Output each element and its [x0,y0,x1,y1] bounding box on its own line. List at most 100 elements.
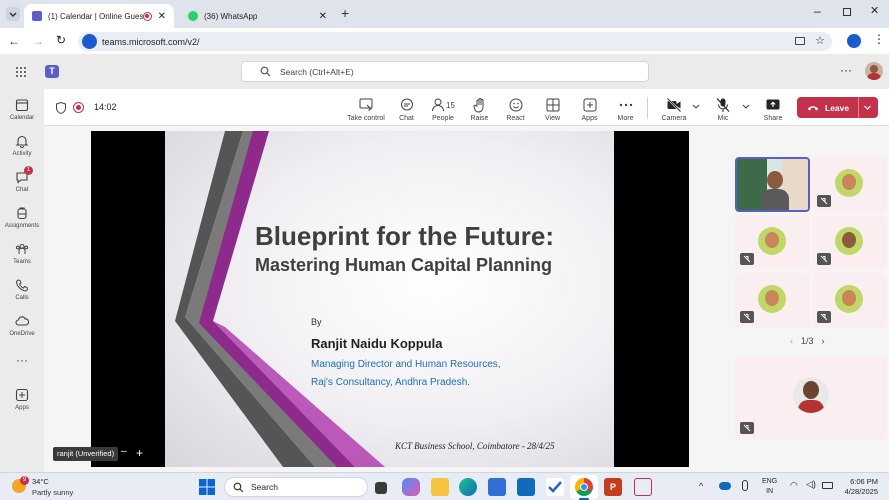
camera-button[interactable]: Camera [659,94,689,122]
people-label: People [432,115,454,122]
rail-item-assignments[interactable]: Assignments [0,199,44,235]
prev-page-icon[interactable]: ‹ [790,336,793,346]
participant-face [767,171,783,189]
participant-tile-presenter[interactable] [735,157,810,212]
participant-tile[interactable] [812,215,887,270]
copilot-icon[interactable] [402,478,420,496]
rail-item-activity[interactable]: Activity [0,127,44,163]
rail-label: Calls [15,294,29,301]
next-page-icon[interactable]: › [822,336,825,346]
view-button[interactable]: View [540,94,565,122]
mic-button[interactable]: Mic [712,94,734,122]
slide-footer: KCT Business School, Coimbatore - 28/4/2… [395,441,555,451]
reload-icon[interactable]: ↻ [56,33,66,47]
start-button[interactable] [199,479,215,495]
participant-avatar [835,169,863,197]
people-icon [432,98,445,112]
close-icon[interactable]: ✕ [319,11,327,22]
close-icon[interactable]: ✕ [158,11,166,22]
outlook-icon[interactable] [517,478,535,496]
snipping-tool-icon[interactable] [634,478,652,496]
clock[interactable]: 6:06 PM 4/28/2025 [840,477,878,497]
todo-icon[interactable] [546,478,564,496]
taskbar-search-label: Search [251,482,278,492]
powerpoint-icon[interactable]: P [604,478,622,496]
clock-date: 4/28/2025 [844,487,878,496]
back-icon[interactable]: ← [8,34,20,48]
people-button[interactable]: 15 People [428,94,458,122]
mic-off-icon [740,311,754,323]
camera-off-icon [666,97,682,113]
smiley-icon [509,98,522,112]
react-button[interactable]: React [503,94,528,122]
participant-tile[interactable] [812,273,887,328]
more-options-icon[interactable]: ··· [840,63,852,77]
browser-tab-whatsapp[interactable]: (36) WhatsApp ✕ [180,4,335,28]
rail-item-onedrive[interactable]: OneDrive [0,307,44,343]
minimize-button[interactable]: – [814,4,821,18]
avatar[interactable] [865,62,883,80]
share-button[interactable]: Share [761,94,785,122]
mic-in-use-icon[interactable] [742,480,748,491]
rail-item-teams[interactable]: Teams [0,235,44,271]
teams-header: T Search (Ctrl+Alt+E) ··· [0,54,889,89]
new-tab-button[interactable]: + [341,5,349,21]
take-control-button[interactable]: Take control [346,94,386,122]
self-view-tile[interactable] [735,357,887,440]
raise-hand-button[interactable]: Raise [467,94,492,122]
rail-item-calls[interactable]: Calls [0,271,44,307]
task-view-icon[interactable] [375,482,387,494]
browser-tab-teams[interactable]: (1) Calendar | Online Guest ✕ [24,4,174,28]
profile-icon[interactable] [847,34,861,48]
show-hidden-icons[interactable]: ^ [699,481,703,491]
chrome-icon[interactable] [575,478,593,496]
wifi-icon[interactable]: ◠ [790,480,798,491]
raise-label: Raise [470,115,489,122]
gallery-pager: ‹ 1/3 › [790,336,825,346]
apps-button[interactable]: Apps [577,94,602,122]
rail-item-calendar[interactable]: Calendar [0,91,44,127]
rail-item-apps[interactable]: Apps [0,381,44,417]
participant-tile[interactable] [812,157,887,212]
weather-widget[interactable]: 9 34°C Partly sunny [8,476,88,498]
chat-button[interactable]: Chat [394,94,419,122]
app-launcher-icon[interactable] [15,66,27,78]
camera-options-chevron-icon[interactable] [692,102,700,110]
leave-options-chevron-icon[interactable] [863,103,872,112]
store-icon[interactable] [488,478,506,496]
url-bar[interactable]: teams.microsoft.com/v2/ ☆ [78,32,832,51]
volume-icon[interactable]: ◁) [806,479,816,490]
install-app-icon[interactable] [795,37,805,45]
forward-icon[interactable]: → [32,34,44,48]
rail-item-chat[interactable]: Chat 1 [0,163,44,199]
onedrive-icon[interactable] [719,482,731,490]
presenter-name-tag: ranjit (Unverified) [53,447,119,461]
site-info-icon[interactable] [82,34,97,49]
backpack-icon [17,207,27,219]
participant-tile[interactable] [735,215,810,270]
share-label: Share [763,115,783,122]
bookmark-star-icon[interactable]: ☆ [815,34,825,47]
presenter-label: ranjit (Unverified) [57,449,115,458]
slide-subtitle: Mastering Human Capital Planning [255,255,553,275]
more-button[interactable]: More [613,94,638,122]
taskbar-search[interactable]: Search [224,477,368,497]
browser-menu-icon[interactable]: ⋮ [873,33,885,45]
participant-tile[interactable] [735,273,810,328]
search-icon [233,482,244,493]
mic-options-chevron-icon[interactable] [742,102,750,110]
battery-icon[interactable] [822,482,833,489]
zoom-out-icon[interactable]: – [121,446,127,457]
file-explorer-icon[interactable] [431,478,449,496]
edge-icon[interactable] [459,478,477,496]
restore-button[interactable] [843,8,851,16]
zoom-in-icon[interactable]: + [136,446,143,460]
gallery-page-indicator: 1/3 [801,336,814,346]
close-window-button[interactable]: ✕ [870,4,879,17]
search-input[interactable]: Search (Ctrl+Alt+E) [241,61,649,82]
rail-label: Activity [12,150,32,157]
language-indicator[interactable]: ENG IN [762,477,777,497]
tab-search-dropdown-icon[interactable] [6,7,20,21]
leave-button[interactable]: Leave [797,97,878,118]
more-apps-icon[interactable]: ··· [16,353,28,367]
